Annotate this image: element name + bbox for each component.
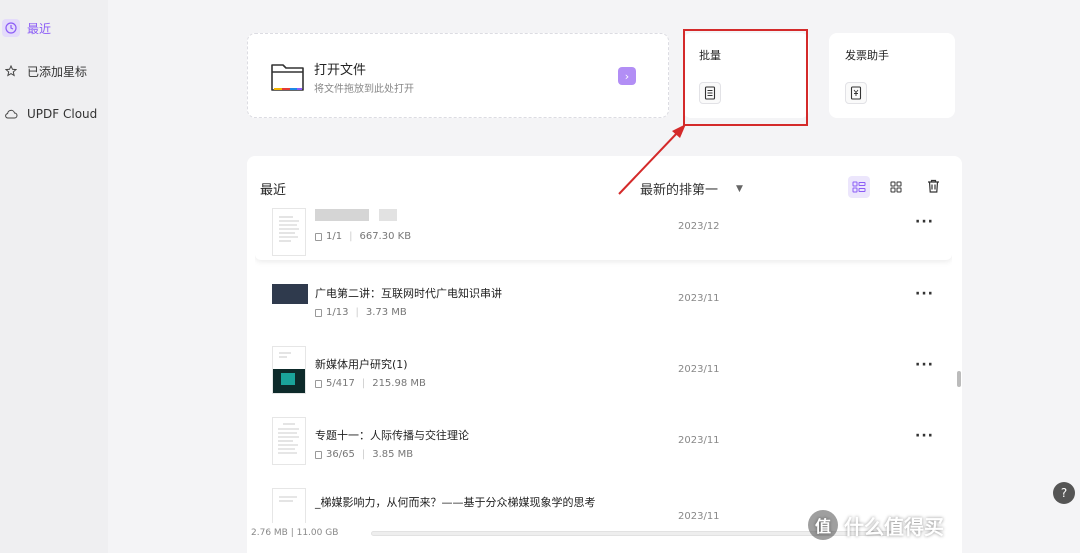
more-options-button[interactable]: ··· (915, 214, 934, 230)
question-icon: ? (1060, 486, 1068, 500)
more-options-button[interactable]: ··· (915, 357, 934, 373)
file-meta: 36/65 | 3.85 MB (315, 449, 413, 460)
file-thumbnail (272, 417, 306, 465)
file-thumbnail (272, 284, 308, 304)
delete-button[interactable] (922, 176, 944, 198)
list-scrollbar[interactable] (957, 371, 961, 387)
file-meta: 1/13 | 3.73 MB (315, 307, 407, 318)
page-icon (315, 308, 322, 317)
folder-icon (270, 59, 306, 97)
grid-view-button[interactable] (885, 176, 907, 198)
star-icon (2, 62, 20, 80)
file-name: _梯媒影响力，从何而来？——基于分众梯媒现象学的思考 (315, 496, 596, 509)
trash-icon (927, 178, 940, 197)
recent-panel: 最近 最新的排第一 ▼ 1/1 | 667.30 KB 2023/12 ··· … (247, 156, 962, 553)
file-date: 2023/11 (678, 511, 720, 522)
more-options-button[interactable]: ··· (915, 286, 934, 302)
open-file-title: 打开文件 (314, 63, 367, 78)
watermark-badge: 值 (808, 510, 838, 540)
file-row[interactable]: 专题十一：人际传播与交往理论 36/65 | 3.85 MB 2023/11 ·… (255, 413, 952, 473)
page-icon (315, 450, 322, 459)
storage-info: 2.76 MB | 11.00 GB (251, 528, 339, 538)
sidebar-item-label: UPDF Cloud (27, 107, 98, 121)
main-area: 打开文件 将文件拖放到此处打开 › 批量 发票助手 最近 最新的排第一 ▼ 1/… (108, 0, 1080, 553)
file-meta: 5/417 | 215.98 MB (315, 378, 426, 389)
file-row[interactable]: 新媒体用户研究(1) 5/417 | 215.98 MB 2023/11 ··· (255, 342, 952, 402)
file-thumbnail (272, 346, 306, 394)
blurred-file-name (315, 209, 397, 224)
caret-down-icon: ▼ (736, 183, 743, 194)
file-date: 2023/12 (678, 221, 720, 232)
sidebar-item-recent[interactable]: 最近 (0, 14, 108, 42)
invoice-card[interactable]: 发票助手 (829, 33, 955, 118)
invoice-icon (845, 82, 867, 104)
cloud-icon (2, 105, 20, 123)
watermark-text: 什么值得买 (844, 514, 944, 539)
file-date: 2023/11 (678, 435, 720, 446)
help-button[interactable]: ? (1053, 482, 1075, 504)
file-date: 2023/11 (678, 293, 720, 304)
sidebar-item-starred[interactable]: 已添加星标 (0, 57, 108, 85)
recent-title: 最近 (260, 183, 287, 198)
list-view-button[interactable] (848, 176, 870, 198)
file-name: 广电第二讲：互联网时代广电知识串讲 (315, 287, 502, 300)
file-name: 新媒体用户研究(1) (315, 358, 408, 371)
clock-icon (2, 19, 20, 37)
sort-label: 最新的排第一 (640, 183, 719, 198)
file-thumbnail (272, 488, 306, 523)
open-file-subtitle: 将文件拖放到此处打开 (314, 84, 414, 95)
sort-dropdown[interactable]: 最新的排第一 ▼ (640, 179, 743, 198)
page-icon (315, 379, 322, 388)
sidebar-item-label: 最近 (27, 21, 52, 36)
file-name: 专题十一：人际传播与交往理论 (315, 429, 469, 442)
open-file-button[interactable]: › (618, 67, 636, 85)
file-date: 2023/11 (678, 364, 720, 375)
sidebar-item-label: 已添加星标 (27, 64, 88, 79)
page-icon (315, 232, 322, 241)
invoice-label: 发票助手 (845, 49, 889, 62)
chevron-right-icon: › (624, 69, 630, 83)
recent-file-list: 1/1 | 667.30 KB 2023/12 ··· 广电第二讲：互联网时代广… (255, 208, 952, 523)
watermark: 值 什么值得买 (808, 510, 944, 540)
sidebar-item-cloud[interactable]: UPDF Cloud (0, 100, 108, 128)
open-file-dropzone[interactable]: 打开文件 将文件拖放到此处打开 › (247, 33, 669, 118)
file-row[interactable]: 1/1 | 667.30 KB 2023/12 ··· (255, 208, 952, 260)
highlight-box (683, 29, 808, 126)
list-view-icon (852, 178, 866, 197)
file-thumbnail (272, 208, 306, 256)
grid-view-icon (890, 178, 902, 197)
file-meta: 1/1 | 667.30 KB (315, 231, 411, 242)
file-row[interactable]: 广电第二讲：互联网时代广电知识串讲 1/13 | 3.73 MB 2023/11… (255, 271, 952, 331)
sidebar: 最近 已添加星标 UPDF Cloud (0, 0, 108, 553)
more-options-button[interactable]: ··· (915, 428, 934, 444)
